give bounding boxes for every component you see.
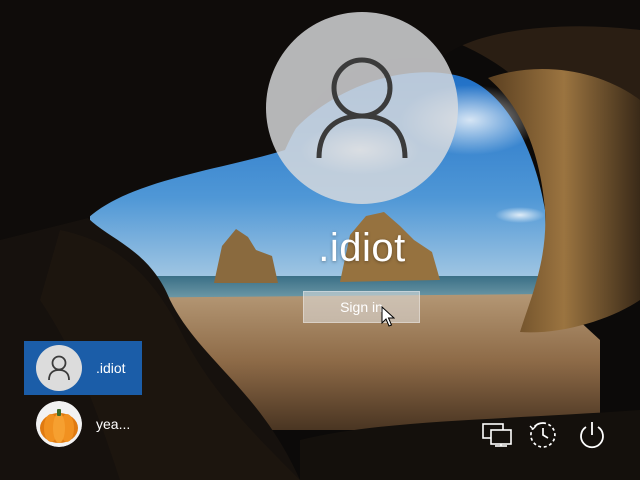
mouse-cursor-icon	[381, 306, 395, 327]
pumpkin-avatar	[36, 401, 82, 447]
person-icon	[316, 57, 408, 159]
power-button[interactable]	[574, 418, 610, 452]
person-icon	[48, 355, 70, 381]
pumpkin-icon	[36, 401, 82, 447]
network-icon	[482, 423, 512, 447]
ease-of-access-button[interactable]	[525, 418, 561, 452]
user-avatar-small	[36, 345, 82, 391]
user-tile-yea[interactable]: yea...	[24, 397, 142, 451]
current-username: .idiot	[318, 226, 406, 270]
user-tile-idiot[interactable]: .idiot	[24, 341, 142, 395]
user-tile-label: yea...	[96, 416, 131, 432]
user-avatar-large	[266, 12, 458, 204]
network-button[interactable]	[479, 418, 515, 452]
user-tile-label: .idiot	[96, 360, 126, 376]
sign-in-button[interactable]: Sign in	[303, 291, 420, 323]
ease-of-access-icon	[529, 422, 556, 448]
power-icon	[580, 422, 604, 449]
